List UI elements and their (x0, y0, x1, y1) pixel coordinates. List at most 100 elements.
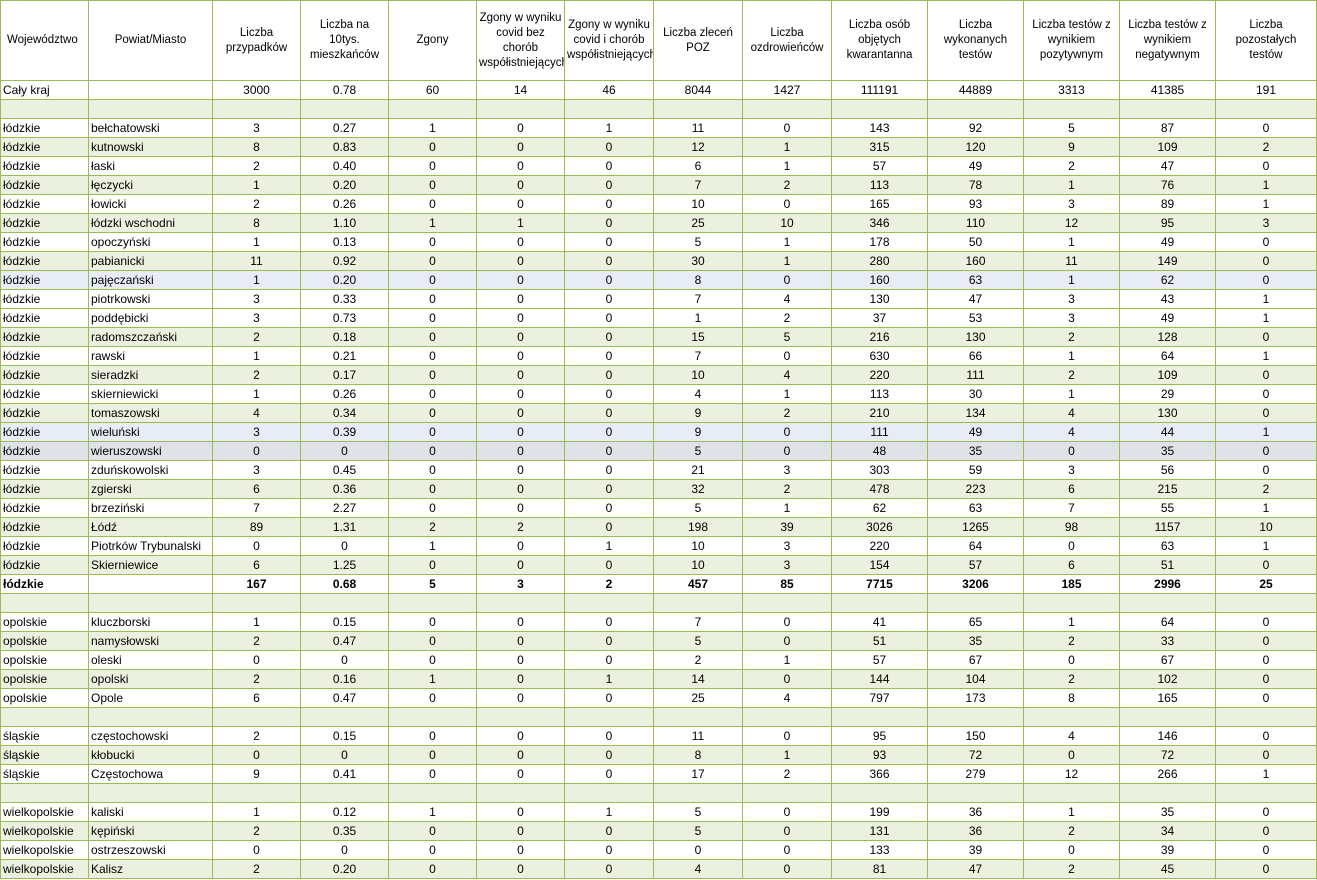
cell-wojewodztwo: łódzkie (0, 327, 89, 347)
table-row: łódzkie sieradzki 2 0.17 0 0 0 10 4 220 111 2 109 0 (0, 365, 1317, 385)
cell-value: 0 (1215, 612, 1317, 632)
cell-powiat: Kalisz (88, 859, 213, 879)
cell-value: 0 (1023, 441, 1120, 461)
cell-wojewodztwo: Cały kraj (0, 80, 89, 100)
cell-value: 11 (653, 726, 743, 746)
cell-value: 0 (564, 137, 654, 157)
cell-value: 2 (212, 821, 301, 841)
cell-value: 111 (831, 422, 928, 442)
cell-value: 0 (476, 764, 565, 784)
cell-value: 36 (927, 821, 1024, 841)
cell-value: 63 (927, 498, 1024, 518)
table-row: łódzkie Skierniewice 6 1.25 0 0 0 10 3 154 57 6 51 0 (0, 555, 1317, 575)
cell-value: 1 (742, 498, 832, 518)
spacer-cell (831, 783, 928, 803)
cell-value: 0 (564, 232, 654, 252)
total-row: łódzkie 167 0.68 5 3 2 457 85 7715 3206 185 2996 25 (0, 574, 1317, 594)
cell-wojewodztwo: łódzkie (0, 460, 89, 480)
cell-value: 173 (927, 688, 1024, 708)
cell-value: 0 (1215, 365, 1317, 385)
cell-value: 9 (212, 764, 301, 784)
cell-value: 0 (1215, 802, 1317, 822)
cell-value: 5 (653, 821, 743, 841)
cell-value: 35 (927, 631, 1024, 651)
cell-value: 3 (476, 574, 565, 594)
cell-value: 1 (1023, 802, 1120, 822)
cell-value: 35 (1119, 802, 1216, 822)
cell-value: 1 (1215, 289, 1317, 309)
cell-value: 0 (388, 555, 477, 575)
spacer-cell (564, 593, 654, 613)
cell-value: 44889 (927, 80, 1024, 100)
cell-value: 0 (476, 859, 565, 879)
cell-value: 1 (1215, 422, 1317, 442)
cell-value: 44 (1119, 422, 1216, 442)
cell-value: 0 (388, 137, 477, 157)
cell-value: 8 (653, 745, 743, 765)
cell-value: 1 (1215, 498, 1317, 518)
cell-value: 0 (1023, 840, 1120, 860)
cell-value: 0 (742, 821, 832, 841)
spacer-cell (476, 783, 565, 803)
cell-value: 0 (1215, 650, 1317, 670)
cell-value: 0 (653, 840, 743, 860)
cell-value: 0 (388, 403, 477, 423)
cell-value: 6 (1023, 555, 1120, 575)
cell-value: 0 (388, 365, 477, 385)
cell-value: 0 (388, 650, 477, 670)
cell-value: 5 (653, 441, 743, 461)
cell-wojewodztwo: łódzkie (0, 498, 89, 518)
spacer-cell (742, 593, 832, 613)
cell-value: 0.78 (300, 80, 389, 100)
cell-value: 56 (1119, 460, 1216, 480)
spacer-cell (0, 707, 89, 727)
cell-value: 49 (927, 422, 1024, 442)
cell-value: 89 (212, 517, 301, 537)
cell-value: 6 (212, 555, 301, 575)
cell-value: 0 (476, 650, 565, 670)
cell-value: 0 (212, 536, 301, 556)
cell-value: 6 (1023, 479, 1120, 499)
cell-value: 8 (212, 213, 301, 233)
cell-value: 0 (476, 270, 565, 290)
cell-value: 191 (1215, 80, 1317, 100)
cell-value: 1 (1023, 384, 1120, 404)
cell-powiat: Piotrków Trybunalski (88, 536, 213, 556)
spacer-cell (564, 783, 654, 803)
covid-statistics-table: Województwo Powiat/Miasto Liczba przypad… (0, 0, 1317, 879)
table-row: wielkopolskie kaliski 1 0.12 1 0 1 5 0 199 36 1 35 0 (0, 802, 1317, 822)
table-row: łódzkie wieluński 3 0.39 0 0 0 9 0 111 49 4 44 1 (0, 422, 1317, 442)
cell-value: 7 (1023, 498, 1120, 518)
cell-value: 0 (476, 726, 565, 746)
cell-value: 130 (1119, 403, 1216, 423)
cell-powiat: ostrzeszowski (88, 840, 213, 860)
cell-value: 0 (742, 270, 832, 290)
cell-value: 0.36 (300, 479, 389, 499)
table-row: łódzkie rawski 1 0.21 0 0 0 7 0 630 66 1 64 1 (0, 346, 1317, 366)
cell-wojewodztwo: łódzkie (0, 137, 89, 157)
cell-value: 0 (476, 460, 565, 480)
cell-value: 0 (476, 308, 565, 328)
cell-value: 128 (1119, 327, 1216, 347)
cell-value: 0.83 (300, 137, 389, 157)
cell-value: 2 (1023, 669, 1120, 689)
cell-value: 29 (1119, 384, 1216, 404)
column-header-deaths-covid-comorbid: Zgony w wyniku covid i chorób współistni… (564, 0, 654, 81)
cell-value: 1 (742, 650, 832, 670)
cell-value: 0 (564, 270, 654, 290)
cell-value: 110 (927, 213, 1024, 233)
table-row: łódzkie Piotrków Trybunalski 0 0 1 0 1 10 3 220 64… (0, 536, 1317, 556)
cell-value: 0 (742, 859, 832, 879)
cell-value: 1 (1023, 175, 1120, 195)
cell-value: 65 (927, 612, 1024, 632)
cell-value: 0 (388, 251, 477, 271)
cell-wojewodztwo: opolskie (0, 669, 89, 689)
cell-value: 55 (1119, 498, 1216, 518)
cell-wojewodztwo: łódzkie (0, 384, 89, 404)
spacer-row (0, 593, 1317, 613)
table-row: śląskie Częstochowa 9 0.41 0 0 0 17 2 366 279 12 266… (0, 764, 1317, 784)
cell-value: 0 (300, 745, 389, 765)
cell-value: 133 (831, 840, 928, 860)
cell-value: 366 (831, 764, 928, 784)
cell-value: 457 (653, 574, 743, 594)
